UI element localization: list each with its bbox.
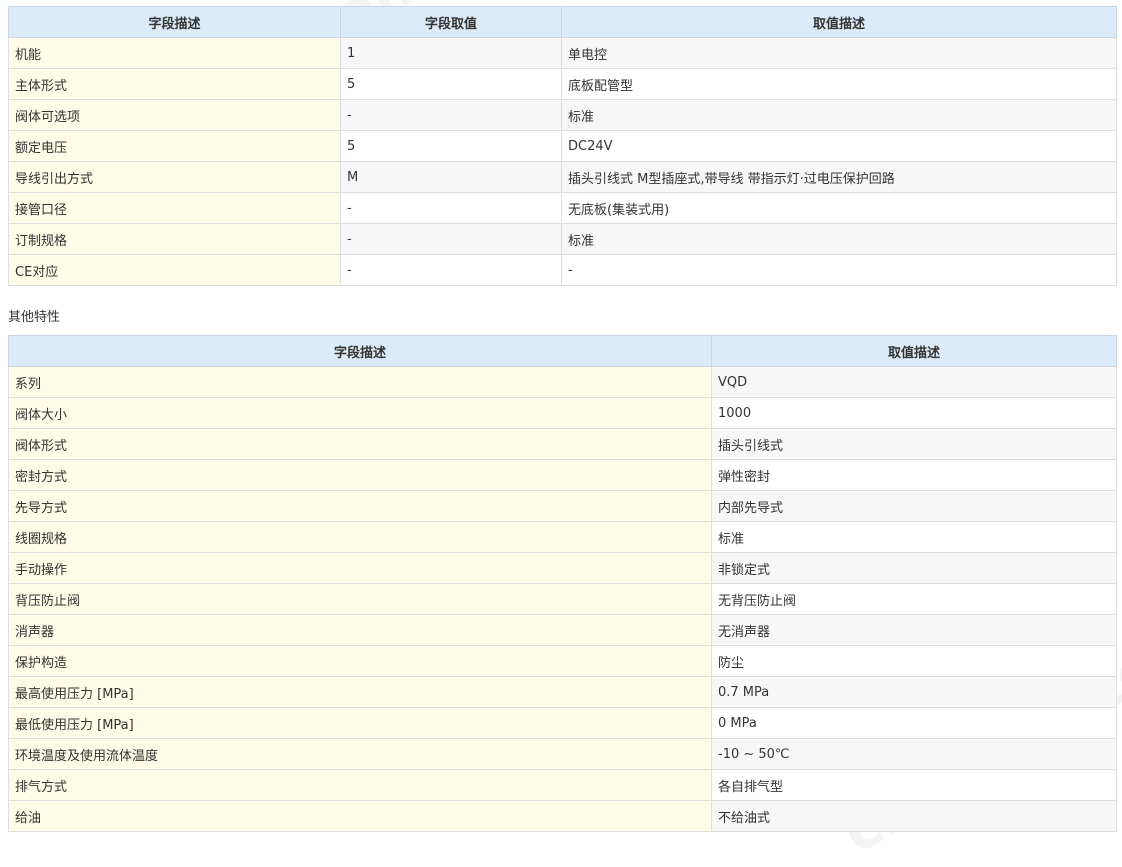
field-value-cell: 5 — [340, 130, 562, 162]
field-name-cell: 接管口径 — [8, 192, 341, 224]
field-value-cell: 0.7 MPa — [711, 676, 1117, 708]
table-row: 系列 VQD — [8, 366, 1117, 398]
field-name-cell: CE对应 — [8, 254, 341, 286]
field-value-cell: - — [340, 99, 562, 131]
field-name-cell: 消声器 — [8, 614, 712, 646]
field-name-cell: 阀体形式 — [8, 428, 712, 460]
table-row: 线圈规格 标准 — [8, 521, 1117, 553]
table-row: 密封方式 弹性密封 — [8, 459, 1117, 491]
field-value-cell: 内部先导式 — [711, 490, 1117, 522]
field-value-cell: - — [340, 192, 562, 224]
table-row: 背压防止阀 无背压防止阀 — [8, 583, 1117, 615]
field-value-cell: DC24V — [561, 130, 1117, 162]
field-name-cell: 系列 — [8, 366, 712, 398]
field-value-cell: - — [340, 223, 562, 255]
field-value-cell: 标准 — [561, 223, 1117, 255]
field-name-cell: 导线引出方式 — [8, 161, 341, 193]
table-row: 环境温度及使用流体温度 -10 ~ 50℃ — [8, 738, 1117, 770]
table-row: 订制规格 - 标准 — [8, 223, 1117, 255]
field-value-cell: 无底板(集装式用) — [561, 192, 1117, 224]
field-value-cell: 标准 — [711, 521, 1117, 553]
field-value-cell: 标准 — [561, 99, 1117, 131]
column-header: 字段描述 — [8, 335, 712, 367]
field-value-cell: 无背压防止阀 — [711, 583, 1117, 615]
spec-table-other: 字段描述 取值描述 系列 VQD 阀体大小 1000 阀体形式 插头引线式 密封方式 弹性密封… — [8, 335, 1117, 832]
field-value-cell: 单电控 — [561, 37, 1117, 69]
table-row: CE对应 - - — [8, 254, 1117, 286]
table-row: 排气方式 各自排气型 — [8, 769, 1117, 801]
table-header-row: 字段描述 取值描述 — [8, 335, 1117, 367]
field-value-cell: 5 — [340, 68, 562, 100]
field-value-cell: 插头引线式 — [711, 428, 1117, 460]
table-row: 保护构造 防尘 — [8, 645, 1117, 677]
field-name-cell: 阀体大小 — [8, 397, 712, 429]
field-name-cell: 手动操作 — [8, 552, 712, 584]
table-row: 额定电压 5 DC24V — [8, 130, 1117, 162]
table-row: 最低使用压力 [MPa] 0 MPa — [8, 707, 1117, 739]
field-value-cell: 插头引线式 M型插座式,带导线 带指示灯·过电压保护回路 — [561, 161, 1117, 193]
field-name-cell: 先导方式 — [8, 490, 712, 522]
table-row: 导线引出方式 M 插头引线式 M型插座式,带导线 带指示灯·过电压保护回路 — [8, 161, 1117, 193]
field-value-cell: 各自排气型 — [711, 769, 1117, 801]
column-header: 字段取值 — [340, 6, 562, 38]
table-row: 最高使用压力 [MPa] 0.7 MPa — [8, 676, 1117, 708]
field-value-cell: -10 ~ 50℃ — [711, 738, 1117, 770]
column-header: 取值描述 — [711, 335, 1117, 367]
field-value-cell: 防尘 — [711, 645, 1117, 677]
field-value-cell: - — [340, 254, 562, 286]
field-value-cell: - — [561, 254, 1117, 286]
field-name-cell: 排气方式 — [8, 769, 712, 801]
field-name-cell: 线圈规格 — [8, 521, 712, 553]
field-name-cell: 机能 — [8, 37, 341, 69]
field-name-cell: 环境温度及使用流体温度 — [8, 738, 712, 770]
field-name-cell: 主体形式 — [8, 68, 341, 100]
field-value-cell: 非锁定式 — [711, 552, 1117, 584]
spec-table-main: 字段描述 字段取值 取值描述 机能 1 单电控 主体形式 5 底板配管型 阀体可选项 - 标准额… — [8, 6, 1117, 286]
field-name-cell: 密封方式 — [8, 459, 712, 491]
field-name-cell: 订制规格 — [8, 223, 341, 255]
field-value-cell: 无消声器 — [711, 614, 1117, 646]
field-value-cell: 1 — [340, 37, 562, 69]
field-value-cell: 弹性密封 — [711, 459, 1117, 491]
field-name-cell: 背压防止阀 — [8, 583, 712, 615]
field-value-cell: 1000 — [711, 397, 1117, 429]
table-row: 手动操作 非锁定式 — [8, 552, 1117, 584]
table-header-row: 字段描述 字段取值 取值描述 — [8, 6, 1117, 38]
section-title: 其他特性 — [8, 310, 61, 325]
column-header: 取值描述 — [561, 6, 1117, 38]
table-row: 阀体大小 1000 — [8, 397, 1117, 429]
table-row: 消声器 无消声器 — [8, 614, 1117, 646]
table-row: 机能 1 单电控 — [8, 37, 1117, 69]
table-row: 阀体形式 插头引线式 — [8, 428, 1117, 460]
field-value-cell: 0 MPa — [711, 707, 1117, 739]
field-value-cell: VQD — [711, 366, 1117, 398]
field-name-cell: 阀体可选项 — [8, 99, 341, 131]
field-name-cell: 保护构造 — [8, 645, 712, 677]
field-value-cell: 底板配管型 — [561, 68, 1117, 100]
table-row: 接管口径 - 无底板(集装式用) — [8, 192, 1117, 224]
field-name-cell: 最高使用压力 [MPa] — [8, 676, 712, 708]
table-row: 先导方式 内部先导式 — [8, 490, 1117, 522]
column-header: 字段描述 — [8, 6, 341, 38]
table-row: 阀体可选项 - 标准 — [8, 99, 1117, 131]
field-value-cell: M — [340, 161, 562, 193]
field-name-cell: 额定电压 — [8, 130, 341, 162]
field-name-cell: 最低使用压力 [MPa] — [8, 707, 712, 739]
table-row: 主体形式 5 底板配管型 — [8, 68, 1117, 100]
